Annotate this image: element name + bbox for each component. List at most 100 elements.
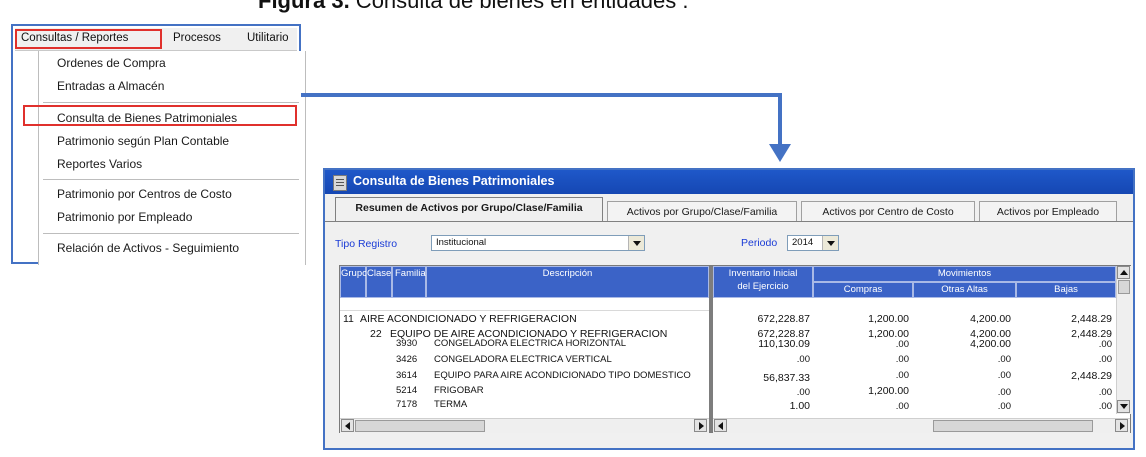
cell-compras: .00 <box>895 401 909 412</box>
arrow-right-icon <box>1120 422 1125 430</box>
consulta-bienes-window: Consulta de Bienes Patrimoniales Resumen… <box>323 168 1135 450</box>
menu-highlight-box <box>15 29 162 49</box>
row-code: 3426 <box>396 354 418 365</box>
header-inventario-inicial[interactable]: Inventario Inicial del Ejercicio <box>713 266 813 298</box>
header-movimientos: Movimientos <box>813 266 1116 282</box>
menu-item-entradas-almacen[interactable]: Entradas a Almacén <box>57 79 164 93</box>
window-app-icon <box>333 175 347 191</box>
figure-caption-text: Consulta de bienes en entidades . <box>349 0 689 13</box>
row-description: CONGELADORA ELECTRICA VERTICAL <box>434 354 612 365</box>
cell-compras: .00 <box>895 339 909 350</box>
dropdown-menu: Ordenes de Compra Entradas a Almacén Con… <box>38 51 306 265</box>
cell-bajas: 2,448.29 <box>1071 313 1112 325</box>
vertical-scroll-thumb[interactable] <box>1118 280 1130 294</box>
scroll-up-button[interactable] <box>1117 266 1130 279</box>
header-otras-altas[interactable]: Otras Altas <box>913 282 1016 298</box>
horizontal-scroll-thumb[interactable] <box>355 420 485 432</box>
menu-item-relacion-activos[interactable]: Relación de Activos - Seguimiento <box>57 241 239 255</box>
header-familia[interactable]: Familia <box>392 266 426 298</box>
menu-procesos[interactable]: Procesos <box>173 32 221 44</box>
tipo-registro-select[interactable]: Institucional <box>431 235 645 251</box>
cell-inventario: 1.00 <box>789 400 810 412</box>
scroll-left-button[interactable] <box>341 419 354 432</box>
tab-resumen-activos[interactable]: Resumen de Activos por Grupo/Clase/Famil… <box>335 197 603 222</box>
cell-otras-altas: 4,200.00 <box>970 338 1011 350</box>
connector-arrow-head <box>769 144 791 162</box>
window-title: Consulta de Bienes Patrimoniales <box>353 174 555 188</box>
cell-inventario: .00 <box>796 354 810 365</box>
cell-bajas: .00 <box>1098 387 1112 398</box>
arrow-left-icon <box>718 422 723 430</box>
periodo-label: Periodo <box>741 237 778 249</box>
cell-otras-altas: .00 <box>997 354 1011 365</box>
header-grupo[interactable]: Grupo <box>340 266 367 298</box>
menu-item-ordenes-compra[interactable]: Ordenes de Compra <box>57 56 166 70</box>
menu-screenshot-panel: Consultas / Reportes Procesos Utilitario… <box>11 24 306 265</box>
menu-item-patrimonio-centros-costo[interactable]: Patrimonio por Centros de Costo <box>57 187 232 201</box>
tab-activos-grupo[interactable]: Activos por Grupo/Clase/Familia <box>607 201 797 221</box>
figure-caption: Figura 3. Consulta de bienes en entidade… <box>258 0 689 14</box>
cell-bajas: .00 <box>1098 354 1112 365</box>
horizontal-scroll-thumb[interactable] <box>933 420 1093 432</box>
menu-separator <box>43 179 299 180</box>
row-description: AIRE ACONDICIONADO Y REFRIGERACION <box>360 313 577 325</box>
menu-item-reportes-varios[interactable]: Reportes Varios <box>57 157 142 171</box>
row-code: 11 <box>343 313 354 325</box>
scroll-left-button[interactable] <box>714 419 727 432</box>
right-horizontal-scrollbar[interactable] <box>713 418 1130 433</box>
cell-inventario: 672,228.87 <box>757 313 810 325</box>
menu-item-highlight-box <box>23 105 297 126</box>
cell-inventario: 56,837.33 <box>763 372 810 384</box>
connector-arrow-vertical <box>778 93 782 147</box>
cell-bajas: 2,448.29 <box>1071 370 1112 382</box>
tab-strip: Resumen de Activos por Grupo/Clase/Famil… <box>325 195 1133 222</box>
arrow-right-icon <box>699 422 704 430</box>
chevron-down-icon[interactable] <box>628 236 644 250</box>
tipo-registro-label: Tipo Registro <box>335 238 398 250</box>
row-separator <box>340 310 709 311</box>
periodo-value: 2014 <box>792 237 814 248</box>
vertical-scrollbar[interactable] <box>1116 266 1131 414</box>
arrow-up-icon <box>1120 270 1128 275</box>
menu-separator <box>43 102 299 103</box>
header-compras[interactable]: Compras <box>813 282 913 298</box>
scroll-right-button[interactable] <box>1115 419 1128 432</box>
arrow-down-icon <box>1120 404 1128 409</box>
row-code: 3930 <box>396 338 418 349</box>
scroll-right-button[interactable] <box>694 419 707 432</box>
figure-caption-bold: Figura 3. <box>258 0 350 13</box>
row-description: CONGELADORA ELECTRICA HORIZONTAL <box>434 338 626 349</box>
menu-separator <box>43 233 299 234</box>
menu-item-patrimonio-plan-contable[interactable]: Patrimonio según Plan Contable <box>57 134 229 148</box>
left-horizontal-scrollbar[interactable] <box>340 418 709 433</box>
cell-compras: 1,200.00 <box>868 313 909 325</box>
cell-otras-altas: .00 <box>997 370 1011 381</box>
cell-inventario: 110,130.09 <box>758 338 810 350</box>
menu-utilitario[interactable]: Utilitario <box>247 32 289 44</box>
connector-arrow-horizontal <box>301 93 782 97</box>
cell-compras: 1,200.00 <box>868 385 909 397</box>
tab-activos-centro-costo[interactable]: Activos por Centro de Costo <box>801 201 975 221</box>
bienes-grid: Grupo Clase Familia Descripción Inventar… <box>339 265 1131 433</box>
header-descripcion[interactable]: Descripción <box>426 266 709 298</box>
chevron-down-icon[interactable] <box>822 236 838 250</box>
window-titlebar: Consulta de Bienes Patrimoniales <box>325 170 1133 194</box>
scroll-down-button[interactable] <box>1117 400 1130 413</box>
row-code: 22 <box>370 328 382 340</box>
cell-otras-altas: .00 <box>997 387 1011 398</box>
tab-activos-empleado[interactable]: Activos por Empleado <box>979 201 1117 221</box>
header-bajas[interactable]: Bajas <box>1016 282 1116 298</box>
menu-item-patrimonio-empleado[interactable]: Patrimonio por Empleado <box>57 210 192 224</box>
row-description: TERMA <box>434 399 468 410</box>
arrow-left-icon <box>345 422 350 430</box>
row-code: 7178 <box>396 399 418 410</box>
header-inventario-line1: Inventario Inicial <box>728 268 798 279</box>
row-description: FRIGOBAR <box>434 385 484 396</box>
cell-otras-altas: .00 <box>997 401 1011 412</box>
cell-compras: .00 <box>895 370 909 381</box>
periodo-select[interactable]: 2014 <box>787 235 839 251</box>
cell-bajas: .00 <box>1098 339 1112 350</box>
header-clase[interactable]: Clase <box>366 266 392 298</box>
header-inventario-line2: del Ejercicio <box>737 281 789 292</box>
cell-compras: .00 <box>895 354 909 365</box>
